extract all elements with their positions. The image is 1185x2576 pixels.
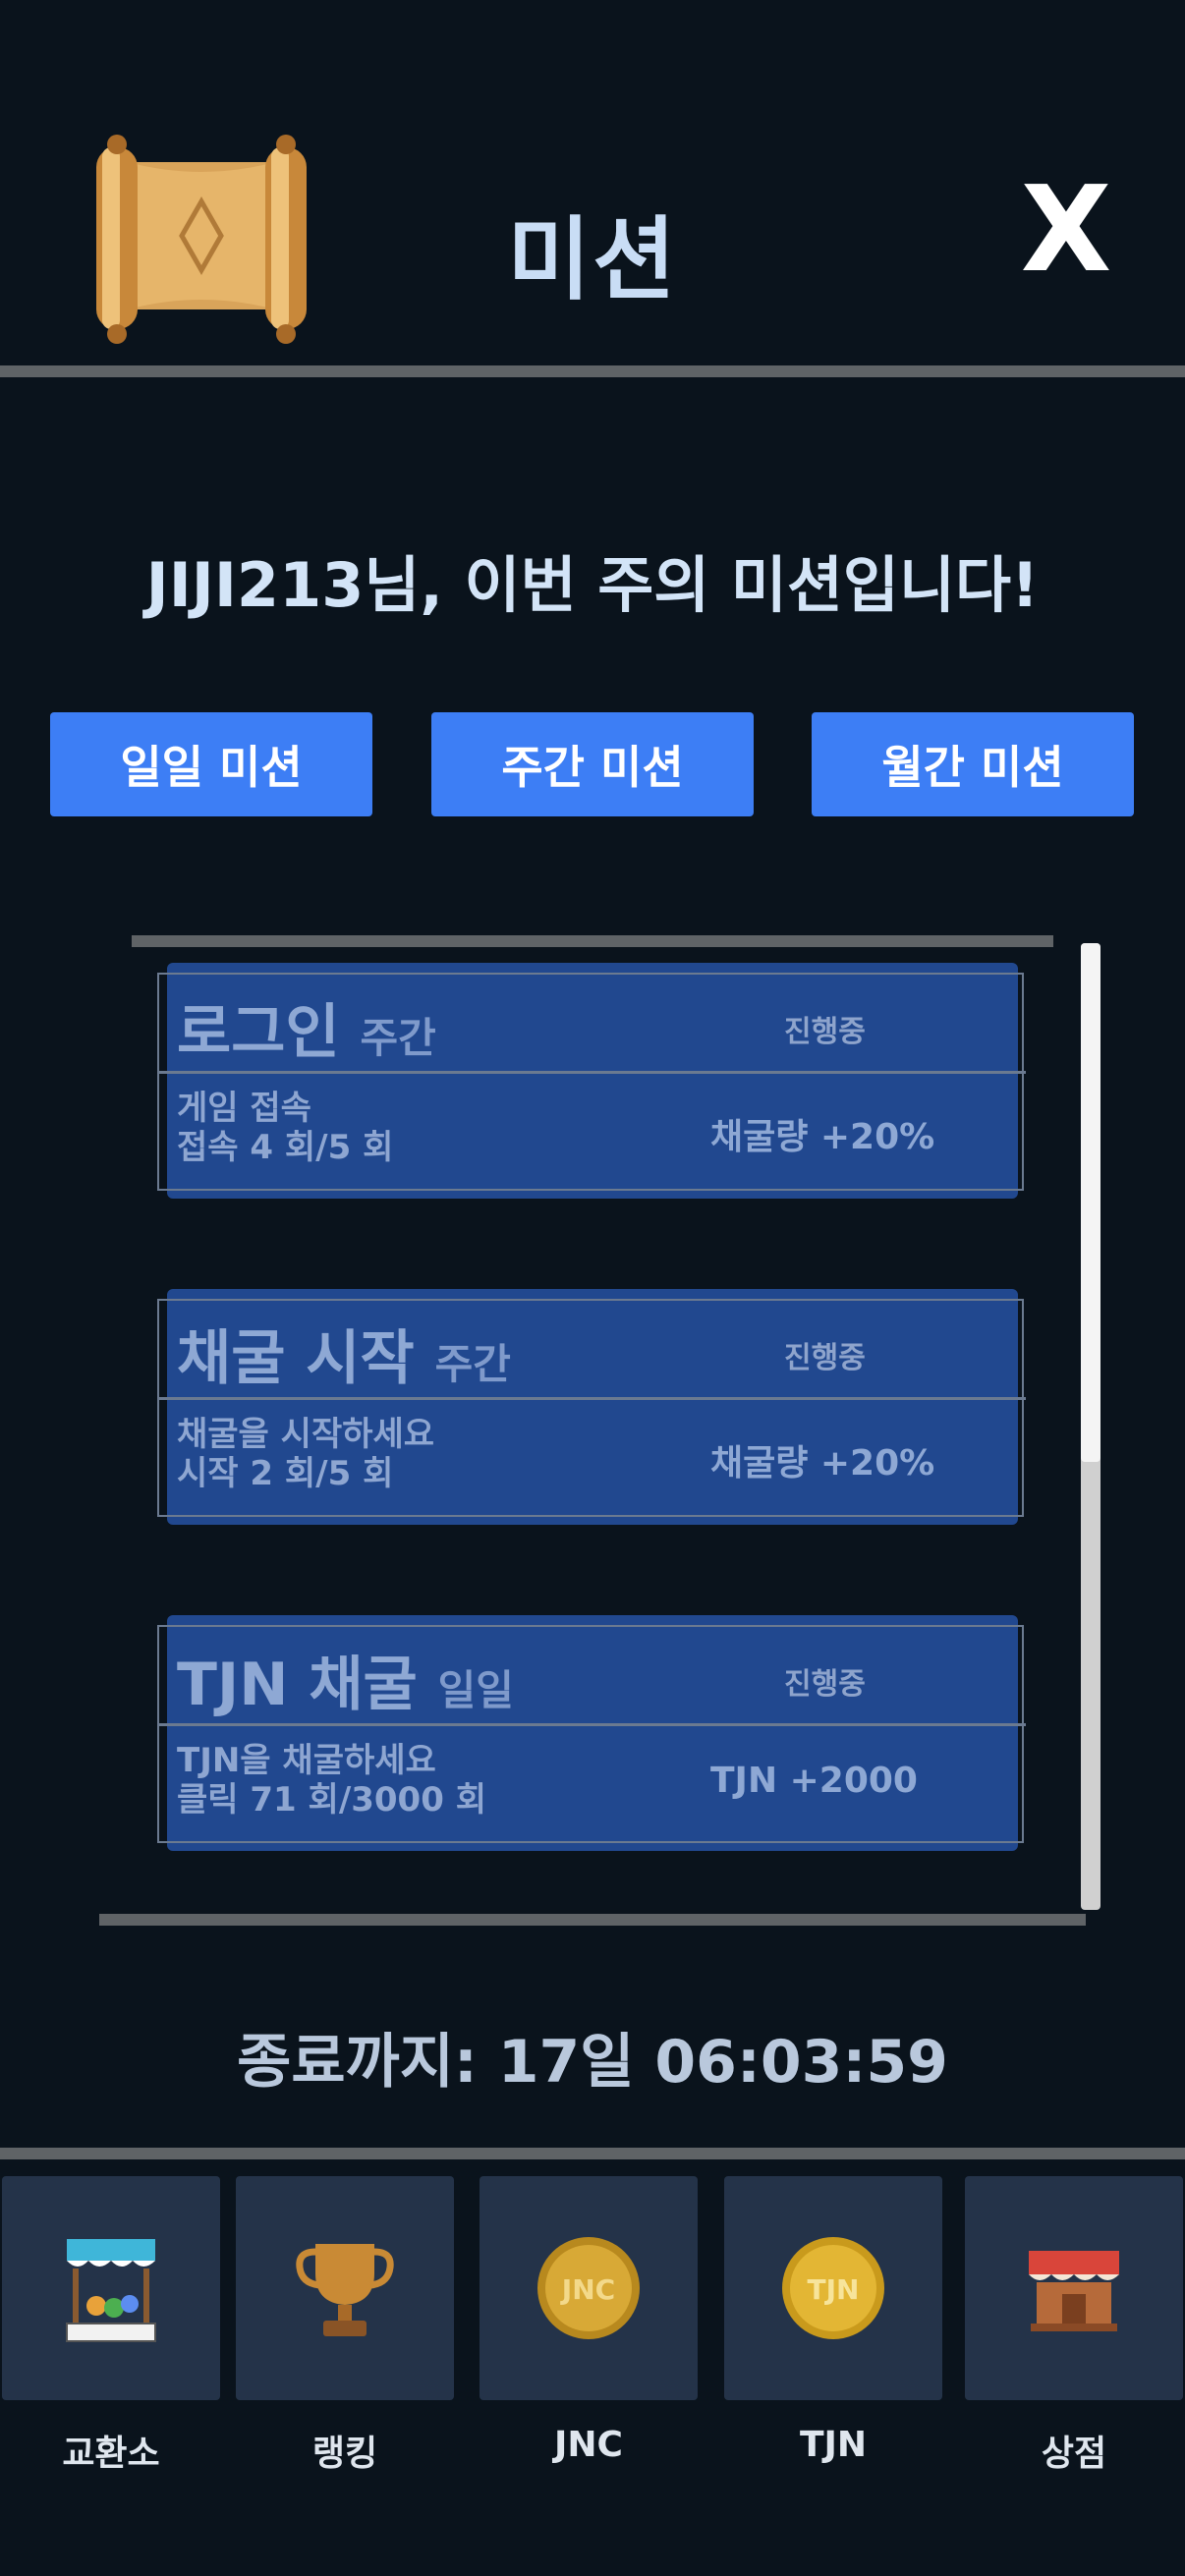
mission-reward: 채굴량 +20% [710,1443,935,1484]
mission-desc-text: 채굴을 시작하세요 [177,1415,435,1454]
greeting-text: JIJI213님, 이번 주의 미션입니다! [145,549,1040,621]
mission-description: TJN을 채굴하세요 클릭 71 회/3000 회 [177,1741,486,1820]
mission-reward: TJN +2000 [710,1761,918,1801]
mission-progress: 시작 2 회/5 회 [177,1454,394,1493]
nav-exchange-button[interactable] [2,2176,220,2400]
scrollbar-thumb[interactable] [1081,943,1100,1462]
nav-tjn-label: TJN [799,2425,868,2465]
mission-name: 로그인 [177,998,340,1067]
nav-shop-button[interactable] [965,2176,1183,2400]
tab-daily-missions[interactable]: 일일 미션 [50,712,372,816]
nav-shop-label: 상점 [1041,2434,1107,2474]
nav-tjn-button[interactable]: TJN [724,2176,942,2400]
card-separator [157,1397,1026,1400]
mission-reward: 채굴량 +20% [710,1117,935,1157]
mission-description: 채굴을 시작하세요 시작 2 회/5 회 [177,1415,434,1493]
nav-ranking-label: 랭킹 [311,2434,378,2474]
mission-name: TJN 채굴 [177,1651,418,1719]
mission-period: 일일 [437,1666,514,1714]
mission-card: TJN 채굴 일일 진행중 TJN을 채굴하세요 클릭 71 회/3000 회 … [157,1615,1026,1851]
mission-period: 주간 [360,1014,436,1062]
mission-card: 채굴 시작 주간 진행중 채굴을 시작하세요 시작 2 회/5 회 채굴량 +2… [157,1289,1026,1525]
jnc-coin-text: JNC [560,2273,615,2306]
list-bottom-divider [99,1914,1086,1926]
mission-title: TJN 채굴 일일 [177,1637,514,1722]
page-title: 미션 [507,207,678,312]
mission-desc-text: TJN을 채굴하세요 [177,1741,436,1780]
mission-status: 진행중 [784,1341,866,1375]
mission-status: 진행중 [784,1015,866,1049]
nav-jnc-label: JNC [554,2425,623,2465]
mission-name: 채굴 시작 [177,1324,415,1393]
jnc-coin-icon: JNC [537,2237,640,2339]
tjn-coin-icon: TJN [782,2237,884,2339]
market-stall-icon [66,2239,156,2342]
mission-period: 주간 [434,1340,511,1388]
mission-title: 로그인 주간 [177,984,436,1070]
trophy-icon [296,2244,394,2336]
mission-description: 게임 접속 접속 4 회/5 회 [177,1089,393,1167]
card-separator [157,1723,1026,1726]
tab-weekly-missions[interactable]: 주간 미션 [431,712,754,816]
card-separator [157,1071,1026,1074]
countdown-timer: 종료까지: 17일 06:03:59 [237,2028,948,2097]
list-top-divider [132,935,1053,947]
mission-card: 로그인 주간 진행중 게임 접속 접속 4 회/5 회 채굴량 +20% [157,963,1026,1199]
nav-exchange-label: 교환소 [62,2434,160,2474]
mission-status: 진행중 [784,1667,866,1702]
header-divider [0,365,1185,377]
nav-ranking-button[interactable] [236,2176,454,2400]
shop-icon [1029,2251,1119,2331]
tjn-coin-text: TJN [808,2273,860,2306]
mission-desc-text: 게임 접속 [177,1089,311,1128]
mission-title: 채굴 시작 주간 [177,1311,511,1396]
footer-divider [0,2148,1185,2159]
close-button[interactable]: X [1012,172,1120,290]
nav-jnc-button[interactable]: JNC [480,2176,698,2400]
mission-progress: 접속 4 회/5 회 [177,1128,394,1167]
tab-monthly-missions[interactable]: 월간 미션 [812,712,1134,816]
mission-progress: 클릭 71 회/3000 회 [177,1780,486,1820]
